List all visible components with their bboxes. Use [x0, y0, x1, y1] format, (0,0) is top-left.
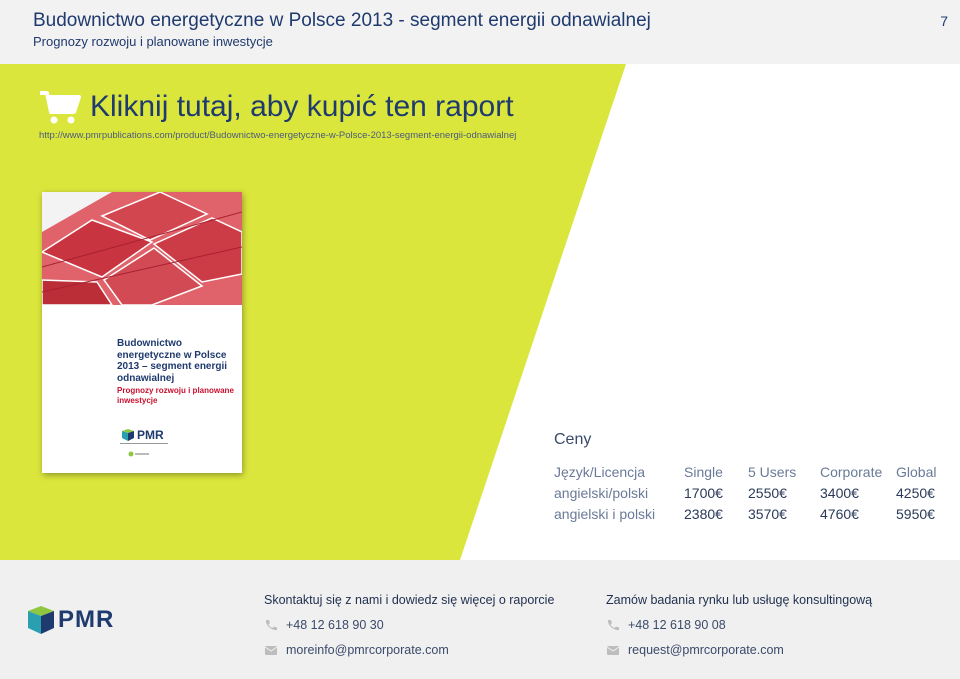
contact-right-phone-row[interactable]: +48 12 618 90 08	[606, 618, 872, 632]
contact-left-phone-row[interactable]: +48 12 618 90 30	[264, 618, 554, 632]
report-subtitle: Prognozy rozwoju i planowane inwestycje	[33, 34, 273, 49]
shopping-cart-icon	[40, 91, 81, 124]
contact-right-email-row[interactable]: request@pmrcorporate.com	[606, 643, 872, 657]
contact-right-email: request@pmrcorporate.com	[628, 643, 784, 657]
table-row: angielski/polski 1700€ 2550€ 3400€ 4250€	[554, 482, 946, 503]
contact-right-title: Zamów badania rynku lub usługę konsultin…	[606, 593, 873, 607]
cover-small-logo-icon	[128, 451, 149, 457]
header-single: Single	[684, 463, 723, 480]
price-single: 2380€	[684, 505, 723, 522]
header-license: Język/Licencja	[554, 463, 646, 480]
contact-left-phone: +48 12 618 90 30	[286, 618, 384, 632]
price-corporate: 3400€	[820, 484, 859, 501]
solar-panels-image	[42, 192, 242, 305]
contact-right-phone: +48 12 618 90 08	[628, 618, 726, 632]
contact-left: Skontaktuj się z nami i dowiedz się więc…	[264, 593, 554, 657]
price-single: 1700€	[684, 484, 723, 501]
price-5-users: 3570€	[748, 505, 787, 522]
cover-logo-text: PMR	[137, 428, 164, 442]
page-number: 7	[940, 13, 948, 29]
prices-table: Język/Licencja Single 5 Users Corporate …	[554, 461, 946, 524]
header-5-users: 5 Users	[748, 463, 797, 480]
row-language: angielski/polski	[554, 484, 649, 501]
prices-header-row: Język/Licencja Single 5 Users Corporate …	[554, 461, 946, 482]
header-corporate: Corporate	[820, 463, 883, 480]
cover-title: Budownictwo energetyczne w Polsce 2013 –…	[117, 338, 228, 384]
report-cover: Budownictwo energetyczne w Polsce 2013 –…	[42, 192, 242, 473]
phone-icon	[607, 620, 619, 631]
report-title: Budownictwo energetyczne w Polsce 2013 -…	[33, 10, 651, 31]
price-global: 5950€	[896, 505, 935, 522]
pmr-cube-icon	[122, 429, 134, 441]
page-footer: PMR Skontaktuj się z nami i dowiedz się …	[0, 560, 960, 679]
phone-icon	[265, 620, 277, 631]
pmr-logo-text: PMR	[58, 606, 115, 633]
row-language: angielski i polski	[554, 505, 656, 522]
price-global: 4250€	[896, 484, 935, 501]
buy-report-link[interactable]: Kliknij tutaj, aby kupić ten raport	[38, 88, 514, 126]
contact-right: Zamów badania rynku lub usługę konsultin…	[606, 593, 872, 657]
cover-small-mark	[128, 450, 150, 459]
contact-left-title: Skontaktuj się z nami i dowiedz się więc…	[264, 593, 555, 607]
price-5-users: 2550€	[748, 484, 787, 501]
price-corporate: 4760€	[820, 505, 859, 522]
cover-divider	[120, 443, 168, 444]
contact-left-email-row[interactable]: moreinfo@pmrcorporate.com	[264, 643, 554, 657]
prices-heading: Ceny	[554, 431, 592, 448]
cover-pmr-logo: PMR	[122, 428, 164, 442]
envelope-icon	[606, 646, 620, 655]
envelope-icon	[264, 646, 278, 655]
cover-subtitle: Prognozy rozwoju i planowane inwestycje	[117, 386, 234, 405]
buy-report-label: Kliknij tutaj, aby kupić ten raport	[90, 90, 514, 123]
pmr-cube-icon	[28, 606, 54, 634]
contact-left-email: moreinfo@pmrcorporate.com	[286, 643, 449, 657]
page-header: Budownictwo energetyczne w Polsce 2013 -…	[0, 0, 960, 64]
product-url[interactable]: http://www.pmrpublications.com/product/B…	[39, 130, 516, 141]
pmr-logo: PMR	[28, 606, 114, 634]
header-global: Global	[896, 463, 937, 480]
table-row: angielski i polski 2380€ 3570€ 4760€ 595…	[554, 503, 946, 524]
